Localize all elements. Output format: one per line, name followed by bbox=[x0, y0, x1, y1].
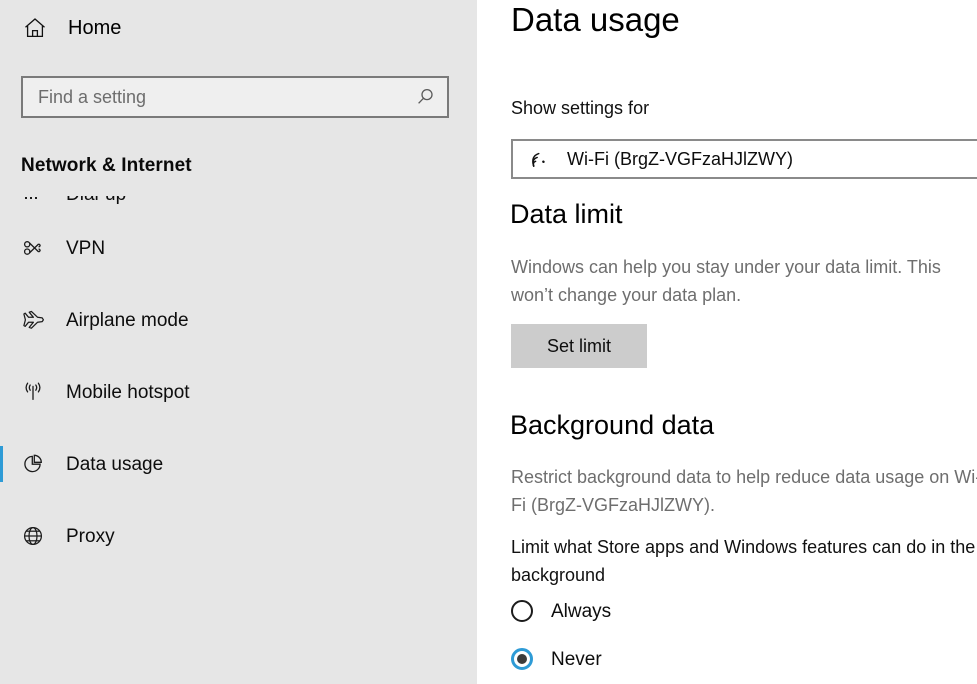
sidebar-item-label: Airplane mode bbox=[66, 309, 189, 331]
sidebar-item-airplane-mode[interactable]: Airplane mode bbox=[0, 284, 477, 356]
wifi-icon bbox=[528, 148, 554, 170]
sidebar-item-proxy[interactable]: Proxy bbox=[0, 500, 477, 572]
category-title: Network & Internet bbox=[21, 155, 192, 176]
selected-network-label: Wi-Fi (BrgZ-VGFzaHJlZWY) bbox=[567, 148, 793, 169]
sidebar-item-label: Data usage bbox=[66, 453, 164, 475]
sidebar-item-label: Mobile hotspot bbox=[66, 381, 190, 403]
sidebar-nav-list[interactable]: Dial-up VPN bbox=[0, 196, 477, 684]
sidebar-item-dial-up[interactable]: Dial-up bbox=[0, 196, 477, 212]
radio-label: Never bbox=[551, 648, 602, 670]
selection-indicator bbox=[0, 374, 3, 410]
radio-option-always[interactable]: Always bbox=[511, 600, 611, 622]
search-icon bbox=[415, 87, 435, 107]
vpn-icon bbox=[18, 236, 48, 260]
radio-label: Always bbox=[551, 600, 612, 622]
selection-indicator bbox=[0, 230, 3, 266]
selection-indicator bbox=[0, 302, 3, 338]
page-title: Data usage bbox=[511, 1, 680, 38]
search-input[interactable] bbox=[23, 78, 403, 116]
data-limit-description: Windows can help you stay under your dat… bbox=[511, 257, 941, 305]
home-button[interactable]: Home bbox=[0, 0, 477, 56]
sidebar: Home Network & Internet bbox=[0, 0, 477, 684]
selection-indicator bbox=[0, 446, 3, 482]
mobile-hotspot-icon bbox=[18, 380, 48, 404]
dial-up-icon bbox=[18, 196, 48, 204]
background-data-heading: Background data bbox=[510, 410, 715, 440]
globe-icon bbox=[18, 524, 48, 548]
selection-indicator bbox=[0, 518, 3, 554]
sidebar-item-label: VPN bbox=[66, 237, 106, 259]
home-label: Home bbox=[68, 17, 122, 39]
radio-dot bbox=[517, 606, 527, 616]
show-settings-for-label: Show settings for bbox=[511, 98, 650, 118]
set-limit-button[interactable]: Set limit bbox=[511, 324, 647, 368]
sidebar-item-label: Dial-up bbox=[66, 196, 126, 204]
sidebar-item-vpn[interactable]: VPN bbox=[0, 212, 477, 284]
radio-dot bbox=[517, 654, 527, 664]
background-data-description: Restrict background data to help reduce … bbox=[511, 467, 977, 515]
pie-chart-icon bbox=[18, 452, 48, 476]
search-box[interactable] bbox=[21, 76, 449, 118]
sidebar-item-data-usage[interactable]: Data usage bbox=[0, 428, 477, 500]
airplane-icon bbox=[18, 308, 48, 333]
radio-circle-icon bbox=[511, 648, 533, 670]
sidebar-item-mobile-hotspot[interactable]: Mobile hotspot bbox=[0, 356, 477, 428]
radio-option-never[interactable]: Never bbox=[511, 648, 602, 670]
background-data-question: Limit what Store apps and Windows featur… bbox=[511, 537, 976, 585]
radio-circle-icon bbox=[511, 600, 533, 622]
sidebar-item-label: Proxy bbox=[66, 525, 115, 547]
search-button[interactable] bbox=[403, 78, 447, 116]
network-select-dropdown[interactable]: Wi-Fi (BrgZ-VGFzaHJlZWY) bbox=[511, 139, 977, 179]
data-limit-heading: Data limit bbox=[510, 199, 623, 229]
settings-window: Home Network & Internet bbox=[0, 0, 977, 684]
home-icon bbox=[20, 16, 50, 40]
content-pane: Data usage Show settings for Wi-Fi (BrgZ… bbox=[477, 0, 977, 684]
